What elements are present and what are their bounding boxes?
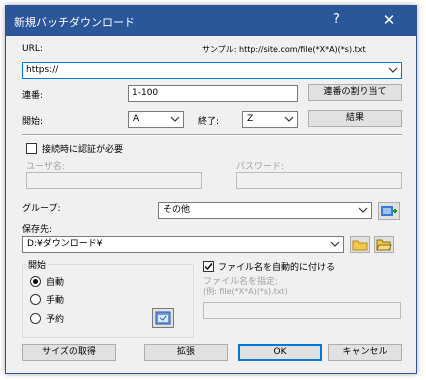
url-sample-text: サンプル: http://site.com/file(*X*A)(*s).txt (202, 45, 366, 54)
chevron-down-icon (330, 241, 340, 247)
start-auto-radio[interactable] (30, 276, 41, 287)
chevron-down-icon[interactable] (388, 65, 398, 75)
start-select-value: A (133, 114, 140, 124)
help-button[interactable]: ? (333, 12, 340, 27)
open-folder-button[interactable] (374, 236, 394, 253)
folder-icon (352, 240, 368, 251)
save-path-select[interactable]: D:¥ダウンロード¥ (22, 236, 344, 253)
filename-input[interactable] (203, 302, 401, 319)
group-label: グループ: (22, 204, 61, 214)
get-size-button[interactable]: サイズの取得 (22, 344, 116, 361)
password-label: パスワード: (236, 162, 285, 172)
chevron-down-icon (284, 116, 294, 122)
start-scheduled-label: 予約 (46, 315, 65, 325)
auth-checkbox[interactable] (26, 143, 37, 154)
end-label: 終了: (198, 117, 220, 127)
start-auto-label: 自動 (46, 278, 65, 288)
close-button[interactable]: ✕ (376, 10, 402, 30)
start-select[interactable]: A (128, 111, 184, 128)
divider (22, 134, 402, 136)
sequence-input[interactable]: 1-100 (128, 85, 298, 102)
start-manual-radio[interactable] (30, 294, 41, 305)
start-manual-label: 手動 (46, 296, 65, 306)
sequence-label: 連番: (22, 91, 44, 101)
sequence-input-value: 1-100 (132, 88, 159, 98)
calendar-icon (155, 311, 171, 325)
auth-checkbox-label: 接続時に認証が必要 (42, 145, 124, 155)
end-select-value: Z (247, 114, 254, 124)
batch-download-dialog: 新規バッチダウンロード ? ✕ URL: サンプル: http://site.c… (5, 5, 417, 374)
end-select[interactable]: Z (242, 111, 298, 128)
url-input-value: https:// (26, 65, 59, 75)
username-label: ユーザ名: (26, 162, 65, 172)
start-label: 開始: (22, 117, 44, 127)
window-title: 新規バッチダウンロード (14, 16, 135, 29)
password-input[interactable] (236, 172, 402, 189)
browse-folder-button[interactable] (350, 236, 370, 253)
auto-filename-label: ファイル名を自動的に付ける (218, 263, 336, 273)
open-folder-icon (376, 239, 392, 251)
result-button[interactable]: 結果 (308, 110, 402, 127)
group-select[interactable]: その他 (158, 202, 372, 219)
url-input[interactable]: https:// (22, 62, 402, 79)
group-select-value: その他 (163, 205, 191, 215)
assign-sequence-button[interactable]: 連番の割り当て (308, 84, 402, 101)
url-label: URL: (22, 44, 43, 54)
start-scheduled-radio[interactable] (30, 313, 41, 324)
save-label: 保存先: (22, 225, 53, 235)
expand-button[interactable]: 拡張 (144, 344, 228, 361)
chevron-down-icon (358, 207, 368, 213)
start-group-title: 開始 (26, 258, 49, 271)
schedule-button[interactable] (152, 308, 174, 328)
auto-filename-checkbox[interactable] (203, 261, 214, 272)
check-icon (204, 263, 213, 271)
title-bar: 新規バッチダウンロード ? ✕ (6, 6, 416, 36)
save-path-value: D:¥ダウンロード¥ (27, 239, 103, 249)
add-group-button[interactable] (378, 202, 400, 220)
add-group-icon (381, 206, 397, 216)
username-input[interactable] (26, 172, 202, 189)
filename-example-text: (例: file(*X*A)(*s).txt) (203, 287, 288, 296)
ok-button[interactable]: OK (238, 344, 322, 361)
cancel-button[interactable]: キャンセル (328, 344, 402, 361)
chevron-down-icon (170, 116, 180, 122)
